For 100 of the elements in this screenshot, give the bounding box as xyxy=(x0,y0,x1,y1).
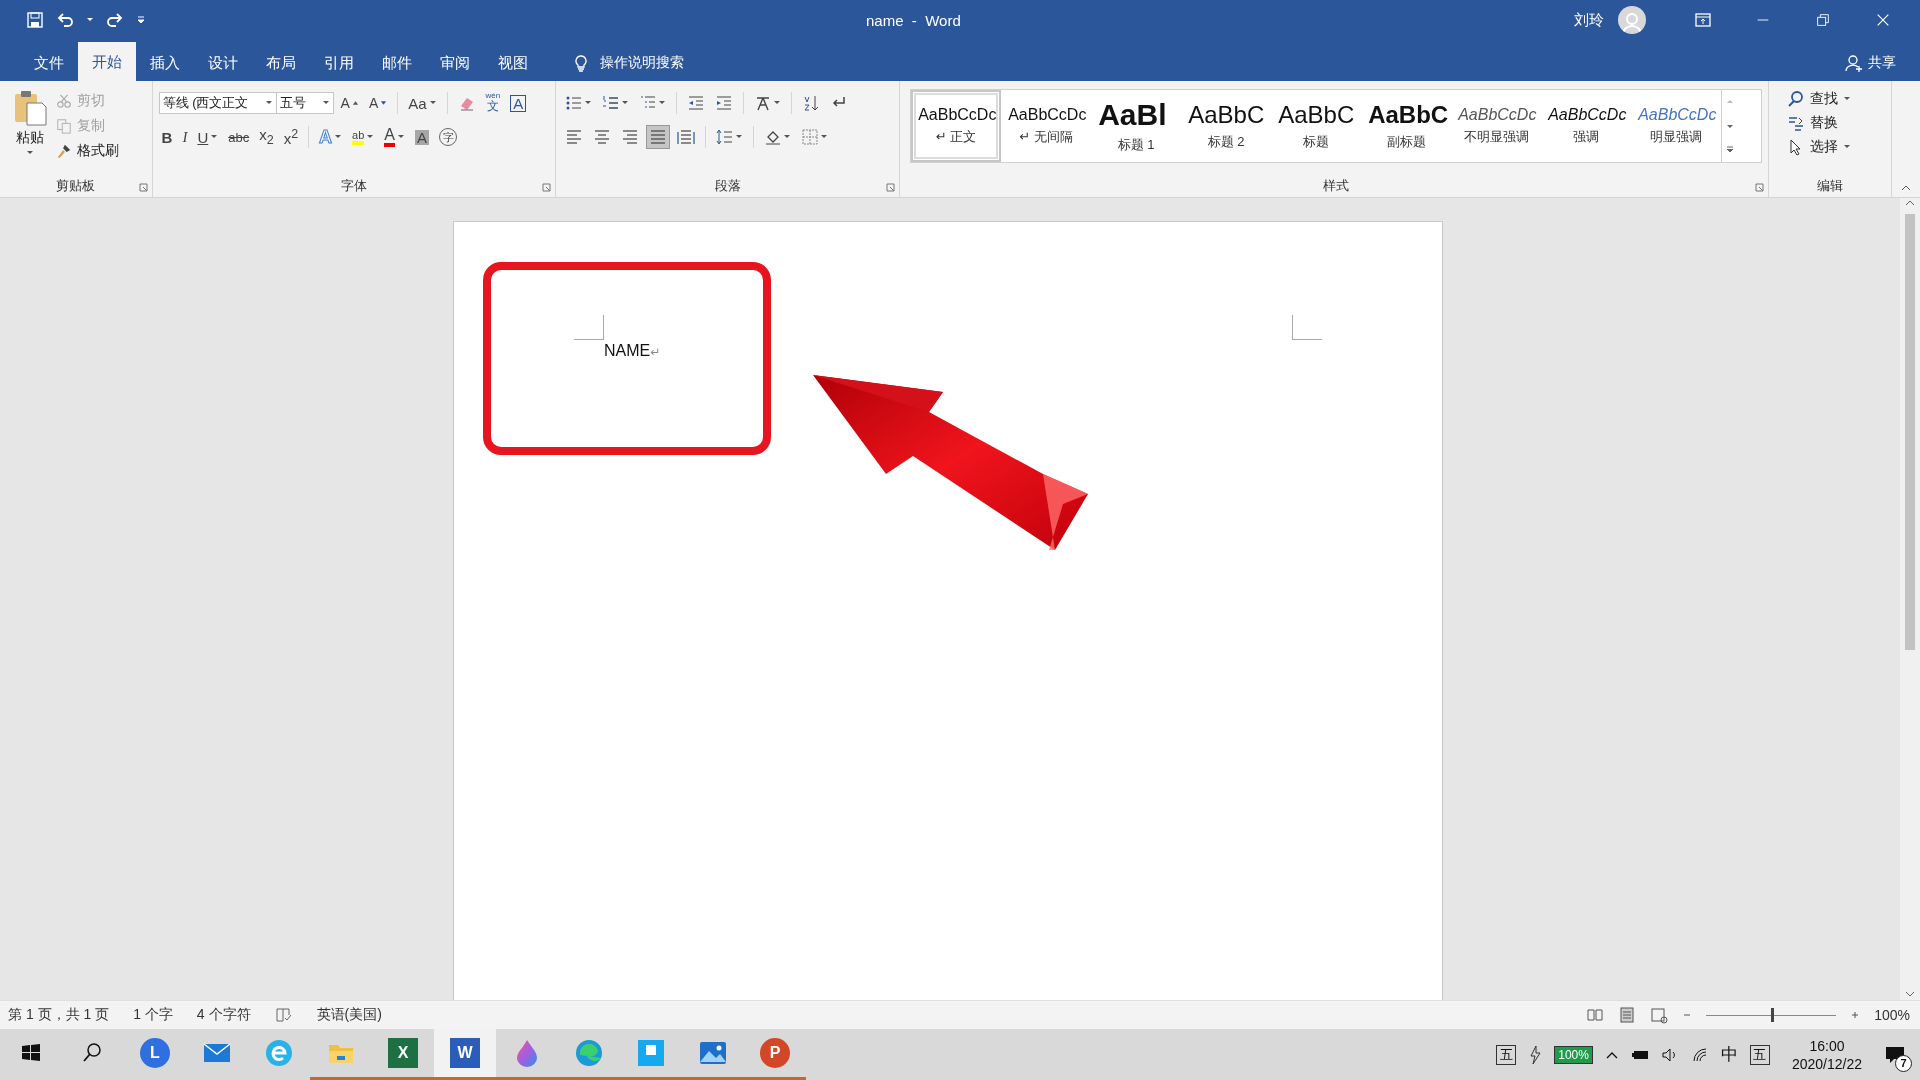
font-format-button[interactable]: ab xyxy=(349,125,378,149)
close-icon[interactable] xyxy=(1875,12,1891,28)
language-text[interactable]: 英语(美国) xyxy=(316,1006,382,1024)
ribbon-tab[interactable]: 开始 xyxy=(78,42,136,81)
editing-button[interactable]: 查找 xyxy=(1785,89,1875,109)
ribbon-tab[interactable]: 视图 xyxy=(484,45,542,81)
caret-icon[interactable] xyxy=(1843,143,1852,151)
proofing-icon[interactable] xyxy=(274,1006,293,1024)
clipboard-button[interactable]: 格式刷 xyxy=(54,141,121,161)
align-button[interactable] xyxy=(646,125,671,149)
ribbon-tab[interactable]: 邮件 xyxy=(368,45,426,81)
redo-icon[interactable] xyxy=(106,11,124,29)
status-text[interactable]: 1 个字 xyxy=(133,1006,173,1024)
dialog-launcher-icon[interactable] xyxy=(1755,183,1765,192)
share-button[interactable]: 共享 xyxy=(1845,45,1896,81)
font-size-dropdown[interactable]: 五号 xyxy=(275,92,334,114)
collapse-ribbon-icon[interactable] xyxy=(1900,183,1912,193)
caret-icon[interactable] xyxy=(658,99,667,107)
font-format-button[interactable]: A xyxy=(337,91,362,115)
font-format-button[interactable]: x$^{2}$ xyxy=(280,125,302,149)
font-format-button[interactable]: B xyxy=(158,125,176,149)
font-format-button[interactable]: I xyxy=(179,125,191,149)
ribbon-tab[interactable]: 文件 xyxy=(20,45,78,81)
font-format-button[interactable]: wén 文 xyxy=(482,91,504,115)
caret-icon[interactable] xyxy=(820,133,829,141)
style-option[interactable]: AaBbC 标题 2 xyxy=(1181,90,1272,162)
style-option[interactable]: AaBbC 副标题 xyxy=(1361,90,1452,162)
caret-icon[interactable] xyxy=(26,149,34,157)
font-format-button[interactable]: A xyxy=(365,91,391,115)
ribbon-tab[interactable]: 布局 xyxy=(252,45,310,81)
font-format-button[interactable]: U xyxy=(194,125,222,149)
dialog-launcher-icon[interactable] xyxy=(138,183,148,192)
ime-indicator[interactable]: 五 xyxy=(1496,1044,1517,1065)
caret-icon[interactable] xyxy=(783,133,792,141)
caret-icon[interactable] xyxy=(773,99,782,107)
app-logo: X xyxy=(388,1038,418,1068)
dialog-launcher-icon[interactable] xyxy=(886,183,896,192)
ribbon-tab[interactable]: 设计 xyxy=(194,45,252,81)
zoom-level[interactable]: 100% xyxy=(1874,1007,1910,1023)
caret-icon[interactable] xyxy=(1843,95,1852,103)
font-format-button[interactable]: abc xyxy=(225,125,253,149)
restore-icon[interactable] xyxy=(1815,12,1831,28)
style-option[interactable]: AaBbCcDc 强调 xyxy=(1541,90,1632,162)
font-format-button[interactable]: A xyxy=(412,125,433,149)
style-option[interactable]: AaBbCcDc 明显强调 xyxy=(1631,90,1722,162)
read-mode-icon[interactable] xyxy=(1586,1006,1605,1024)
search-icon[interactable] xyxy=(82,1042,104,1064)
caret-icon[interactable] xyxy=(86,16,94,24)
caret-icon[interactable] xyxy=(621,99,630,107)
font-format-button[interactable]: x$_{2}$ xyxy=(256,125,277,149)
zoom-in-icon[interactable] xyxy=(1850,1010,1861,1020)
caret-icon[interactable] xyxy=(321,99,330,107)
font-format-button[interactable]: Aa xyxy=(405,91,440,115)
caret-icon[interactable] xyxy=(428,99,437,107)
tell-me-search[interactable]: 操作说明搜索 xyxy=(572,45,684,81)
caret-icon[interactable] xyxy=(264,99,273,107)
style-option[interactable]: AaBbCcDc ↵ 正文 xyxy=(911,90,1002,162)
clock-time[interactable]: 16:00 xyxy=(1809,1037,1845,1054)
scrollbar-thumb[interactable] xyxy=(1905,214,1915,650)
caret-icon[interactable] xyxy=(397,133,406,141)
caret-icon[interactable] xyxy=(334,133,343,141)
dialog-launcher-icon[interactable] xyxy=(542,183,552,192)
ribbon-tab[interactable]: 引用 xyxy=(310,45,368,81)
user-name: 刘玲 xyxy=(1574,10,1604,30)
editing-button[interactable]: 选择 xyxy=(1785,137,1875,157)
caret-icon[interactable] xyxy=(735,133,744,141)
ime-indicator[interactable]: 五 xyxy=(1749,1044,1770,1065)
zoom-slider-thumb[interactable] xyxy=(1771,1008,1775,1022)
style-option[interactable]: AaBbC 标题 xyxy=(1271,90,1362,162)
paste-button[interactable]: 粘贴 xyxy=(6,87,54,177)
save-icon[interactable] xyxy=(26,11,44,29)
input-language[interactable]: 中 xyxy=(1720,1043,1738,1066)
caret-icon[interactable] xyxy=(366,133,375,141)
ribbon-display-icon[interactable] xyxy=(1694,11,1712,29)
taskbar-app[interactable]: W xyxy=(434,1029,496,1080)
undo-icon[interactable] xyxy=(56,11,74,29)
taskbar-app[interactable]: P xyxy=(744,1029,806,1080)
caret-icon[interactable] xyxy=(210,133,219,141)
customize-caret-icon[interactable] xyxy=(136,15,146,25)
clock-date[interactable]: 2020/12/22 xyxy=(1791,1055,1862,1072)
status-text[interactable]: 第 1 页，共 1 页 xyxy=(8,1006,110,1024)
battery-indicator[interactable]: 100% xyxy=(1554,1045,1593,1064)
wifi-icon[interactable] xyxy=(1690,1045,1709,1064)
print-layout-icon[interactable] xyxy=(1618,1006,1637,1024)
start-icon[interactable] xyxy=(20,1042,42,1064)
ribbon-tab[interactable]: 审阅 xyxy=(426,45,484,81)
avatar[interactable] xyxy=(1618,6,1646,34)
ribbon-tab[interactable]: 插入 xyxy=(136,45,194,81)
margin-mark xyxy=(574,315,604,340)
font-format-button[interactable]: A xyxy=(381,125,409,149)
editing-button[interactable]: 替换 xyxy=(1785,113,1875,133)
style-option[interactable]: AaBl 标题 1 xyxy=(1091,90,1182,162)
style-option[interactable]: AaBbCcDc 不明显强调 xyxy=(1451,90,1542,162)
taskbar-app[interactable]: L xyxy=(124,1029,186,1080)
caret-icon[interactable] xyxy=(584,99,593,107)
status-text[interactable]: 4 个字符 xyxy=(196,1006,251,1024)
font-name-dropdown[interactable]: 等线 (西文正文 xyxy=(158,92,277,114)
web-layout-icon[interactable] xyxy=(1650,1006,1669,1024)
style-option[interactable]: AaBbCcDc ↵ 无间隔 xyxy=(1001,90,1092,162)
more-icon[interactable] xyxy=(1725,145,1736,155)
